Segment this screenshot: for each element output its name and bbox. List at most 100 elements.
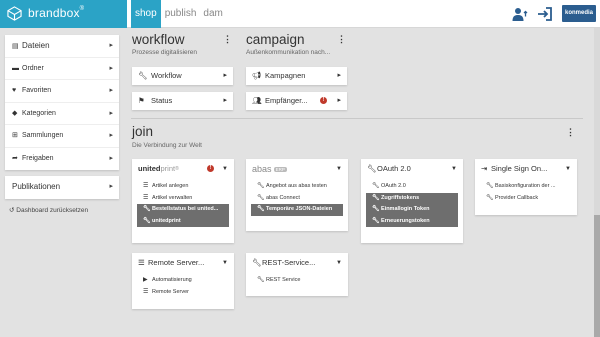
- sso-items: 🔧︎Basiskonfiguration der ... 🔧︎Provider …: [475, 179, 577, 208]
- sidebar-item-shares[interactable]: ➦ Freigaben ▸: [5, 148, 119, 171]
- remote-server-header[interactable]: ☰ Remote Server... ▼: [132, 253, 234, 273]
- section-divider: [131, 118, 583, 119]
- megaphone-icon: 📢︎: [252, 71, 262, 80]
- list-item[interactable]: 🔧︎unitedprint: [137, 215, 229, 227]
- chevron-down-icon: ▼: [336, 166, 342, 172]
- list-item[interactable]: 🔧︎OAuth 2.0: [366, 181, 458, 193]
- list-item[interactable]: 🔧︎Temporäre JSON-Dateien: [251, 204, 343, 216]
- logout-icon[interactable]: [537, 6, 553, 22]
- heart-icon: ♥: [12, 87, 17, 94]
- list-icon: ☰: [143, 183, 149, 189]
- remote-server-items: ▶ Automatisierung ☰ Remote Server: [132, 273, 234, 302]
- join-subtitle: Die Verbindung zur Welt: [132, 142, 202, 149]
- unitedprint-card: unitedprint® ! ▼ ☰ Artikel anlegen ☰ Artik…: [132, 159, 234, 243]
- warning-icon: !: [320, 97, 327, 104]
- chevron-down-icon: ▼: [336, 260, 342, 266]
- wrench-icon: 🔧︎: [372, 183, 380, 189]
- abas-card: abas ERP ▼ 🔧︎Angebot aus abas testen 🔧︎a…: [246, 159, 348, 231]
- list-item[interactable]: 🔧︎abas Connect: [251, 193, 343, 205]
- list-item[interactable]: 🔧︎Basiskonfiguration der ...: [480, 181, 572, 193]
- folder-icon: ▬: [12, 64, 19, 72]
- brand-name: brandbox®: [28, 6, 85, 20]
- campaign-title: campaign: [246, 32, 305, 47]
- campaign-subtitle: Außenkommunikation nach...: [246, 49, 331, 56]
- abas-header[interactable]: abas ERP ▼: [246, 159, 348, 179]
- chevron-down-icon: ▼: [451, 166, 457, 172]
- campaigns-button[interactable]: 📢︎ Kampagnen ▸: [246, 67, 347, 85]
- sidebar-item-collections[interactable]: ⊞ Sammlungen ▸: [5, 125, 119, 148]
- list-item[interactable]: 🔧︎Erneuerungstoken: [366, 215, 458, 227]
- workflow-button[interactable]: 🔧︎ Workflow ▸: [132, 67, 233, 85]
- oauth-header[interactable]: 🔧︎OAuth 2.0 ▼: [361, 159, 463, 179]
- brand-logo[interactable]: brandbox®: [0, 0, 127, 28]
- sign-in-icon: ⇥: [481, 164, 488, 173]
- list-icon: ☰: [143, 194, 149, 201]
- tab-shop[interactable]: shop: [131, 0, 161, 28]
- wrench-icon: 🔧︎: [143, 217, 151, 224]
- files-header[interactable]: ▤ Dateien ▸: [5, 35, 119, 58]
- sidebar-item-favorites[interactable]: ♥ Favoriten ▸: [5, 80, 119, 103]
- sidebar-item-categories[interactable]: ◆ Kategorien ▸: [5, 103, 119, 125]
- warning-icon: !: [207, 165, 214, 172]
- list-item[interactable]: 🔧︎Provider Callback: [480, 193, 572, 205]
- wrench-icon: 🔧︎: [367, 164, 377, 173]
- tab-publish[interactable]: publish: [162, 0, 200, 28]
- tag-icon: ◆: [12, 109, 18, 117]
- list-item[interactable]: ☰ Artikel anlegen: [137, 181, 229, 193]
- files-panel: ▤ Dateien ▸ ▬ Ordner ▸ ♥ Favoriten ▸ ◆ Kateg…: [5, 35, 119, 170]
- sso-card: ⇥ Single Sign On... ▼ 🔧︎Basiskonfiguratio…: [475, 159, 577, 215]
- list-item[interactable]: ▶ Automatisierung: [137, 275, 229, 287]
- list-item[interactable]: 🔧︎Zugriffstokens: [366, 192, 458, 204]
- cart-icon: ⊞: [12, 132, 18, 139]
- wrench-icon: 🔧︎: [252, 258, 262, 267]
- rest-service-header[interactable]: 🔧︎REST-Service... ▼: [246, 253, 348, 273]
- file-icon: ▤: [12, 43, 19, 50]
- sidebar-item-folders[interactable]: ▬ Ordner ▸: [5, 58, 119, 80]
- chevron-right-icon: ▸: [109, 183, 113, 190]
- workflow-subtitle: Prozesse digitalisieren: [132, 49, 198, 56]
- campaign-menu-icon[interactable]: ⋮: [337, 35, 346, 44]
- list-item[interactable]: 🔧︎Angebot aus abas testen: [251, 181, 343, 193]
- wrench-icon: 🔧︎: [372, 206, 380, 212]
- list-item[interactable]: ☰ Remote Server: [137, 287, 229, 299]
- abas-items: 🔧︎Angebot aus abas testen 🔧︎abas Connect…: [246, 179, 348, 220]
- tab-dam[interactable]: dam: [200, 0, 225, 28]
- list-item[interactable]: 🔧︎Einmallogin Token: [366, 204, 458, 216]
- chevron-right-icon: ▸: [109, 109, 113, 117]
- undo-icon: ↺: [9, 206, 15, 214]
- rest-service-card: 🔧︎REST-Service... ▼ 🔧︎REST Service: [246, 253, 348, 296]
- top-bar: brandbox® shop publish dam konmedia: [0, 0, 600, 28]
- unitedprint-header[interactable]: unitedprint® ! ▼: [132, 159, 234, 179]
- company-logo: konmedia: [561, 5, 596, 22]
- scrollbar-thumb[interactable]: [594, 215, 600, 337]
- unitedprint-items: ☰ Artikel anlegen ☰ Artikel verwalten 🔧︎Be…: [132, 179, 234, 231]
- users-icon[interactable]: [512, 6, 528, 22]
- status-button[interactable]: ⚑ Status ▸: [132, 92, 233, 110]
- chevron-right-icon: ▸: [109, 87, 113, 94]
- list-item[interactable]: 🔧︎Bestellstatus bei united...: [137, 204, 229, 216]
- top-right-actions: konmedia: [512, 5, 596, 22]
- sidebar: ▤ Dateien ▸ ▬ Ordner ▸ ♥ Favoriten ▸ ◆ Kateg…: [5, 35, 119, 214]
- wrench-icon: 🔧︎: [257, 206, 265, 212]
- list-item[interactable]: 🔧︎REST Service: [251, 275, 343, 287]
- recipients-button[interactable]: 👥︎ Empfänger... ! ▸: [246, 92, 347, 110]
- wrench-icon: 🔧︎: [143, 206, 151, 212]
- publications-header[interactable]: Publikationen ▸: [5, 176, 119, 199]
- join-title: join: [132, 124, 154, 139]
- brandbox-logo-icon: [7, 6, 22, 21]
- main-nav: shop publish dam: [131, 0, 227, 28]
- chevron-right-icon: ▸: [337, 97, 341, 104]
- reset-dashboard-link[interactable]: ↺ Dashboard zurücksetzen: [5, 206, 119, 214]
- sso-header[interactable]: ⇥ Single Sign On... ▼: [475, 159, 577, 179]
- wrench-icon: 🔧︎: [486, 194, 494, 201]
- chevron-right-icon: ▸: [223, 97, 227, 104]
- join-menu-icon[interactable]: ⋮: [566, 128, 575, 137]
- flag-icon: ⚑: [138, 96, 145, 105]
- scrollbar[interactable]: [594, 28, 600, 337]
- chevron-right-icon: ▸: [337, 72, 341, 79]
- wrench-icon: 🔧︎: [372, 217, 380, 224]
- workflow-menu-icon[interactable]: ⋮: [223, 35, 232, 44]
- oauth-card: 🔧︎OAuth 2.0 ▼ 🔧︎OAuth 2.0 🔧︎Zugriffstoke…: [361, 159, 463, 243]
- list-item[interactable]: ☰ Artikel verwalten: [137, 193, 229, 205]
- workflow-title: workflow: [132, 32, 185, 47]
